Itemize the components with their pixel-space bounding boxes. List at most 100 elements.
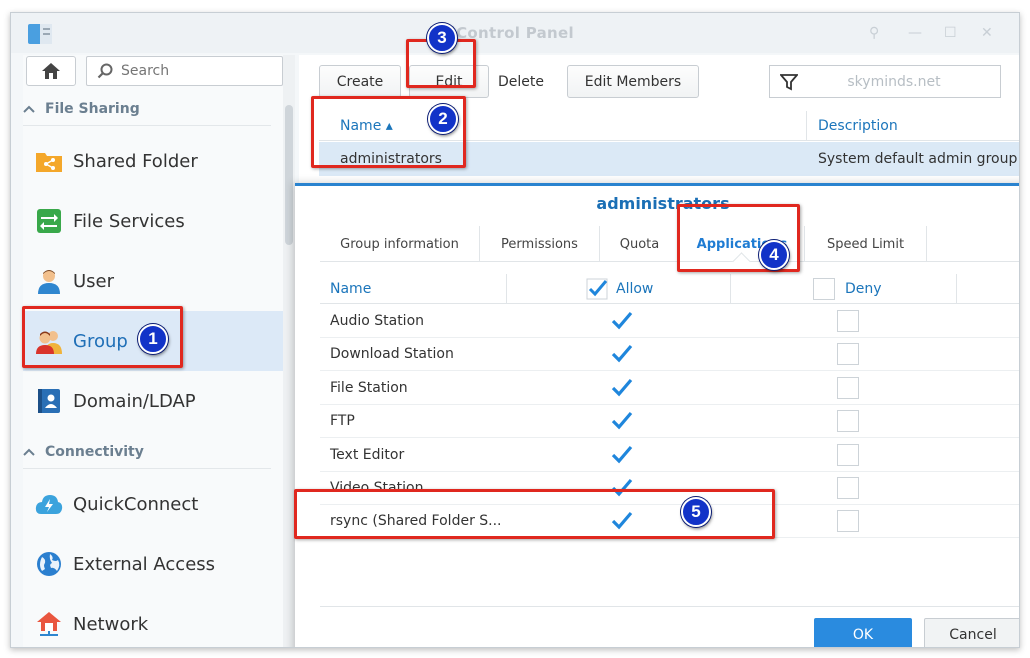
edit-members-button[interactable]: Edit Members	[567, 65, 699, 98]
column-app-name[interactable]: Name	[330, 274, 371, 303]
pin-icon[interactable]: ⚲	[869, 25, 879, 41]
domain-ldap-icon	[35, 387, 63, 415]
app-name: Download Station	[330, 346, 454, 363]
scroll-thumb[interactable]	[285, 105, 293, 245]
user-icon	[35, 267, 63, 295]
globe-icon	[35, 550, 63, 578]
section-connectivity[interactable]: Connectivity	[23, 444, 144, 460]
annotation-badge-2: 2	[428, 104, 458, 134]
list-item[interactable]: Audio Station	[320, 305, 1019, 338]
checkmark-icon	[611, 378, 633, 397]
annotation-badge-3: 3	[427, 23, 457, 53]
checkbox	[837, 310, 859, 332]
checkbox	[837, 376, 859, 399]
deny-checkbox[interactable]	[837, 372, 859, 404]
deny-checkbox[interactable]	[837, 505, 859, 537]
network-icon	[35, 610, 63, 638]
checkmark-icon	[611, 311, 633, 330]
tab-group-information[interactable]: Group information	[320, 226, 480, 262]
maximize-icon[interactable]: ☐	[944, 25, 957, 41]
checkbox	[813, 277, 835, 300]
list-item[interactable]: FTP	[320, 405, 1019, 439]
file-services-icon	[35, 207, 63, 235]
allow-checkbox[interactable]	[610, 372, 634, 404]
home-button[interactable]	[26, 56, 76, 86]
list-item[interactable]: Text Editor	[320, 439, 1019, 472]
deny-checkbox[interactable]	[837, 305, 859, 337]
checkbox	[837, 477, 859, 499]
tab-quota[interactable]: Quota	[600, 226, 680, 262]
applications-header: Name Allow Deny	[320, 274, 1019, 304]
allow-checkbox[interactable]	[610, 405, 634, 437]
create-button[interactable]: Create	[319, 65, 401, 98]
checkbox	[837, 410, 859, 433]
column-description[interactable]: Description	[818, 118, 898, 134]
sidebar-item-network[interactable]: Network	[23, 594, 283, 647]
dialog-title: administrators	[596, 194, 730, 213]
checkmark-icon	[586, 278, 608, 299]
checkmark-icon	[611, 345, 633, 363]
annotation-badge-1: 1	[138, 324, 168, 354]
search-input[interactable]	[121, 63, 261, 79]
deny-checkbox[interactable]	[837, 338, 859, 370]
column-divider	[956, 274, 957, 304]
quickconnect-icon	[35, 490, 63, 518]
home-icon	[42, 63, 60, 79]
annotation-badge-4: 4	[759, 240, 789, 270]
list-item[interactable]: Download Station	[320, 338, 1019, 372]
sidebar-item-quickconnect[interactable]: QuickConnect	[23, 474, 283, 534]
app-name: File Station	[330, 379, 408, 396]
cancel-button[interactable]: Cancel	[924, 618, 1019, 647]
app-name: Audio Station	[330, 313, 425, 329]
tab-speed-limit[interactable]: Speed Limit	[805, 226, 927, 262]
divider	[23, 468, 271, 469]
chevron-up-icon	[23, 444, 35, 460]
deny-checkbox[interactable]	[837, 439, 859, 471]
search-icon	[97, 63, 113, 79]
sidebar-scrollbar[interactable]	[283, 55, 295, 647]
dialog-footer-divider	[320, 606, 1019, 607]
column-divider	[730, 274, 731, 304]
search-box[interactable]	[86, 56, 283, 86]
sidebar-item-external-access[interactable]: External Access	[23, 534, 283, 594]
delete-button[interactable]: Delete	[481, 65, 561, 98]
column-allow: Allow	[616, 280, 654, 297]
sidebar-item-file-services[interactable]: File Services	[23, 191, 283, 251]
section-file-sharing[interactable]: File Sharing	[23, 101, 140, 117]
column-divider	[506, 274, 507, 304]
filter-box[interactable]: skyminds.net	[769, 65, 1001, 98]
allow-all-checkbox[interactable]: Allow	[586, 274, 653, 303]
list-item[interactable]: File Station	[320, 372, 1019, 405]
deny-checkbox[interactable]	[837, 405, 859, 437]
minimize-icon[interactable]: —	[908, 25, 922, 41]
deny-checkbox[interactable]	[837, 472, 859, 504]
group-edit-dialog: administrators Group information Permiss…	[295, 183, 1019, 647]
checkbox	[837, 510, 859, 533]
checkbox	[837, 343, 859, 366]
app-name: Text Editor	[330, 446, 405, 463]
allow-checkbox[interactable]	[610, 305, 634, 337]
ok-button[interactable]: OK	[814, 618, 912, 647]
divider	[23, 125, 271, 126]
filter-value: skyminds.net	[847, 73, 941, 90]
app-name: FTP	[330, 413, 355, 430]
close-icon[interactable]: ✕	[981, 25, 993, 41]
allow-checkbox[interactable]	[610, 439, 634, 471]
title-bar: Control Panel ⚲ — ☐ ✕	[11, 13, 1019, 53]
checkmark-icon	[611, 445, 633, 463]
dialog-tabs: Group information Permissions Quota Appl…	[320, 226, 1019, 262]
checkmark-icon	[611, 412, 633, 430]
sidebar-item-shared-folder[interactable]: Shared Folder	[23, 131, 283, 191]
allow-checkbox[interactable]	[610, 338, 634, 370]
tab-permissions[interactable]: Permissions	[480, 226, 600, 262]
filter-icon[interactable]	[770, 73, 808, 91]
group-description: System default admin group	[818, 151, 1018, 167]
sidebar-item-domain-ldap[interactable]: Domain/LDAP	[23, 371, 283, 431]
chevron-up-icon	[23, 101, 35, 117]
annotation-badge-5: 5	[681, 497, 711, 527]
deny-all-checkbox[interactable]: Deny	[813, 274, 882, 303]
sidebar-item-user[interactable]: User	[23, 251, 283, 311]
column-deny: Deny	[845, 280, 882, 297]
column-divider	[806, 111, 807, 141]
checkbox	[837, 443, 859, 466]
